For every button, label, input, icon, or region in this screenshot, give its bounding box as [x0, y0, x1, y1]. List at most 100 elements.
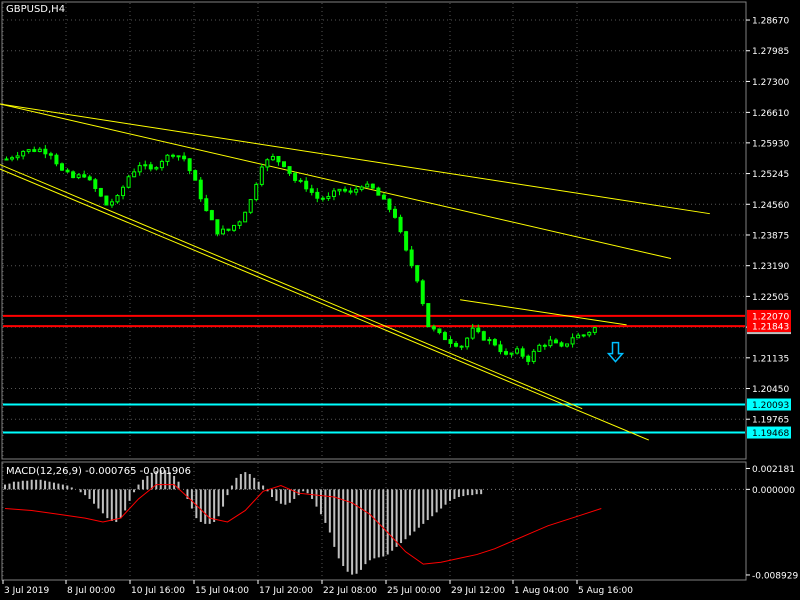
current-price-marker — [747, 332, 791, 335]
y-tick-label: 1.24560 — [752, 201, 789, 211]
candle-body — [198, 179, 203, 200]
candle-body — [65, 169, 70, 173]
level-label: 1.21843 — [752, 323, 789, 333]
candle-body — [248, 199, 253, 213]
candle-body — [220, 228, 225, 235]
y-tick-label: 1.25245 — [752, 170, 789, 180]
candle-body — [4, 158, 9, 161]
candle-body — [592, 327, 597, 333]
candle-body — [171, 154, 175, 157]
candle-body — [387, 198, 392, 210]
candle-body — [459, 345, 464, 348]
candle-body — [109, 201, 114, 206]
candle-body — [143, 164, 148, 167]
candle-body — [454, 342, 459, 347]
time-axis[interactable]: 3 Jul 2019 8 Jul 00:00 10 Jul 16:00 15 Jul … — [2, 580, 633, 596]
x-tick-label: 10 Jul 16:00 — [131, 586, 185, 596]
candle-body — [309, 188, 314, 193]
macd-axis[interactable]: 0.002181 0.000000 -0.008929 — [746, 465, 798, 582]
y-tick-label: 1.21135 — [752, 354, 789, 364]
candle-body — [32, 149, 37, 152]
y-tick-label: 1.23875 — [752, 231, 789, 241]
candle-body — [298, 179, 303, 182]
gbpusd-chart[interactable]: 1.28670 1.27985 1.27300 1.26610 1.25930 1.252… — [0, 0, 800, 600]
candle-body — [531, 350, 536, 362]
x-tick-label: 17 Jul 20:00 — [259, 586, 313, 596]
candle-body — [520, 348, 525, 357]
candle-body — [509, 352, 514, 355]
candle-body — [60, 163, 64, 171]
candle-body — [581, 334, 586, 337]
price-axis[interactable]: 1.28670 1.27985 1.27300 1.26610 1.25930 1.252… — [746, 17, 789, 426]
candle-body — [542, 344, 547, 347]
candle-body — [498, 344, 503, 353]
y-tick-label: 1.20450 — [752, 385, 789, 395]
candle-body — [526, 355, 531, 362]
x-tick-label: 8 Jul 00:00 — [67, 586, 116, 596]
candle-body — [587, 331, 592, 336]
trendline — [460, 299, 627, 326]
candle-body — [259, 166, 264, 185]
x-tick-label: 25 Jul 00:00 — [387, 586, 441, 596]
candle-body — [82, 174, 87, 178]
candle-body — [176, 155, 181, 158]
macd-title: MACD(12,26,9) -0.000765 -0.001906 — [6, 466, 191, 477]
candle-body — [204, 198, 209, 212]
candle-body — [293, 172, 298, 181]
candle-body — [254, 183, 259, 201]
candle-body — [370, 183, 375, 189]
horizontal-levels[interactable] — [3, 314, 745, 434]
candle-body — [137, 165, 142, 173]
macd-tick-label: 0.000000 — [752, 486, 795, 496]
x-tick-label: 29 Jul 12:00 — [451, 586, 505, 596]
y-tick-label: 1.27300 — [752, 78, 789, 88]
candle-body — [487, 339, 492, 342]
trendline — [0, 164, 583, 410]
candle-body — [148, 164, 153, 170]
candle-body — [442, 332, 447, 341]
candle-body — [398, 216, 403, 233]
price-candles — [4, 145, 597, 366]
candle-body — [326, 195, 331, 199]
x-tick-label: 3 Jul 2019 — [4, 586, 49, 596]
candle-body — [215, 219, 220, 235]
candle-body — [226, 228, 231, 231]
candle-body — [348, 190, 353, 193]
candle-body — [354, 188, 359, 193]
candle-body — [465, 337, 470, 348]
x-tick-label: 5 Aug 16:00 — [578, 586, 633, 596]
candle-body — [492, 339, 497, 346]
candle-body — [48, 153, 53, 156]
candle-body — [26, 149, 31, 152]
candle-body — [232, 224, 237, 231]
x-tick-label: 15 Jul 04:00 — [195, 586, 249, 596]
y-tick-label: 1.27985 — [752, 47, 789, 57]
candle-body — [426, 303, 431, 328]
candle-body — [21, 150, 26, 157]
candle-body — [381, 194, 386, 200]
trendline — [0, 168, 649, 441]
candle-body — [132, 171, 137, 178]
candle-body — [331, 190, 336, 197]
candle-body — [548, 339, 553, 347]
macd-histogram — [3, 470, 745, 575]
candle-body — [87, 176, 92, 181]
candle-body — [71, 171, 76, 179]
main-panel-frame — [1, 1, 747, 460]
candle-body — [537, 344, 542, 352]
candle-body — [570, 337, 575, 345]
y-tick-label: 1.23190 — [752, 262, 789, 272]
main-grid — [2, 3, 745, 458]
x-tick-label: 1 Aug 04:00 — [514, 586, 569, 596]
candle-body — [304, 180, 309, 190]
candle-body — [98, 187, 103, 197]
trendlines[interactable] — [0, 103, 710, 441]
candle-body — [553, 339, 558, 344]
candle-body — [209, 210, 214, 221]
candle-body — [154, 167, 159, 170]
candle-body — [359, 186, 364, 190]
candle-body — [476, 327, 481, 333]
candle-body — [265, 159, 270, 168]
candle-body — [54, 154, 59, 165]
y-tick-label: 1.19765 — [752, 416, 789, 426]
